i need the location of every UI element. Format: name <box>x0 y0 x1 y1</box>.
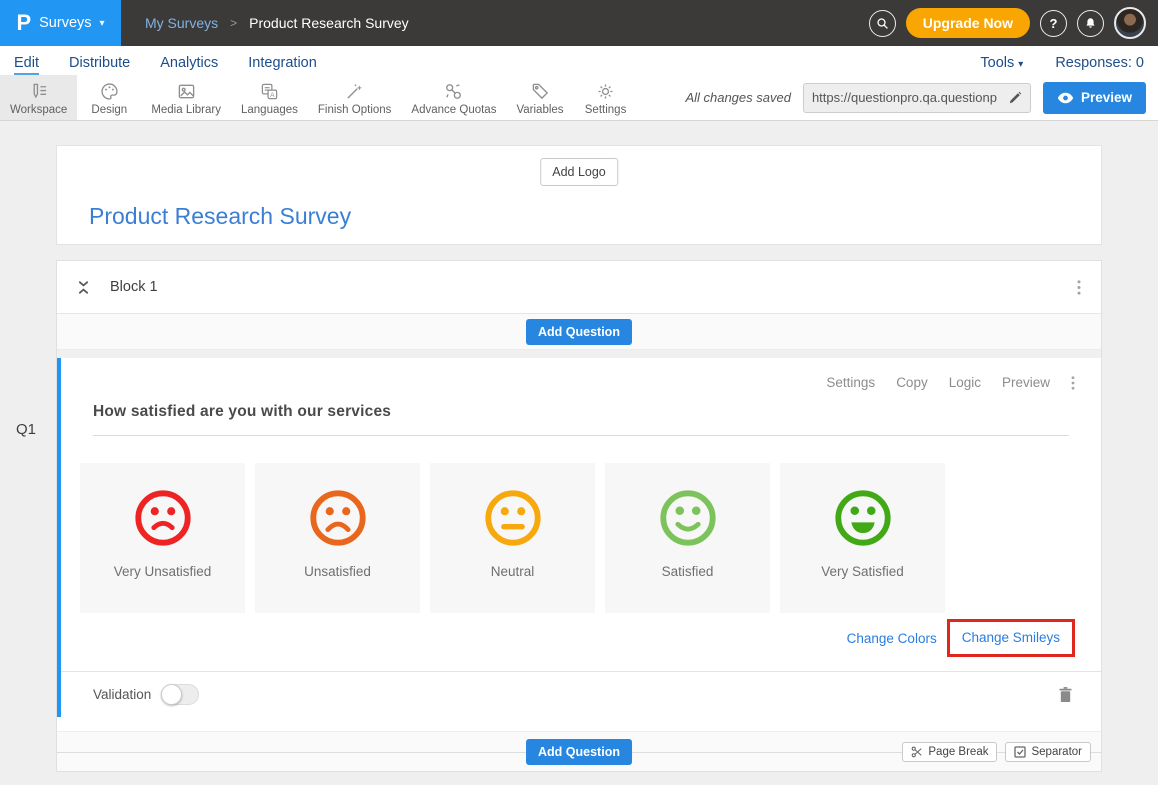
toolbar-languages[interactable]: A Languages <box>231 75 308 120</box>
product-switcher[interactable]: P Surveys ▾ <box>0 0 121 46</box>
pencil-icon[interactable] <box>1008 91 1022 105</box>
toolbar-design[interactable]: Design <box>77 75 141 120</box>
delete-question-icon[interactable] <box>1058 686 1073 703</box>
tab-distribute[interactable]: Distribute <box>69 55 130 75</box>
question-number-label: Q1 <box>16 421 36 438</box>
questionpro-logo: P <box>16 10 31 36</box>
question-copy-link[interactable]: Copy <box>896 375 928 390</box>
add-question-button-bottom[interactable]: Add Question <box>526 739 632 765</box>
add-question-button-top[interactable]: Add Question <box>526 319 632 345</box>
option-very-unsatisfied[interactable]: Very Unsatisfied <box>80 463 245 613</box>
question-actions: Settings Copy Logic Preview <box>61 358 1101 390</box>
question-preview-link[interactable]: Preview <box>1002 375 1050 390</box>
change-colors-link[interactable]: Change Colors <box>847 631 937 646</box>
question-divider <box>93 435 1069 436</box>
smiley-options-row: Very Unsatisfied Unsatisfied Neutral Sat… <box>80 463 1101 613</box>
search-icon <box>876 17 889 30</box>
annotation-highlight-box: Change Smileys <box>947 619 1075 657</box>
toolbar-settings[interactable]: Settings <box>574 75 638 120</box>
translate-icon: A <box>260 82 279 101</box>
breadcrumb: My Surveys > Product Research Survey <box>145 15 409 31</box>
user-avatar[interactable] <box>1114 7 1146 39</box>
scissors-icon <box>911 746 923 758</box>
checkbox-checked-icon <box>1014 746 1026 758</box>
breadcrumb-current-survey: Product Research Survey <box>249 15 409 31</box>
breadcrumb-separator-icon: > <box>230 16 237 30</box>
image-icon <box>177 82 196 101</box>
smiley-icon-0 <box>132 487 194 549</box>
survey-header-card: Add Logo Product Research Survey <box>56 145 1102 245</box>
preview-button[interactable]: Preview <box>1043 82 1146 114</box>
question-menu-icon[interactable] <box>1071 376 1075 390</box>
toolbar-media-library[interactable]: Media Library <box>141 75 231 120</box>
block-menu-icon[interactable] <box>1077 280 1081 295</box>
separator-button[interactable]: Separator <box>1005 742 1091 762</box>
change-smileys-link[interactable]: Change Smileys <box>962 630 1060 645</box>
workspace-icon <box>29 82 48 101</box>
question-settings-link[interactable]: Settings <box>826 375 875 390</box>
smiley-icon-4 <box>832 487 894 549</box>
chevron-down-icon: ▾ <box>100 18 105 29</box>
question-logic-link[interactable]: Logic <box>949 375 981 390</box>
survey-url-input[interactable] <box>812 90 1008 105</box>
tools-menu[interactable]: Tools ▾ <box>980 55 1023 75</box>
block-card: Block 1 Add Question Settings Copy Logic… <box>56 260 1102 772</box>
workspace-canvas: Q1 Add Logo Product Research Survey Bloc… <box>0 121 1158 785</box>
option-very-satisfied[interactable]: Very Satisfied <box>780 463 945 613</box>
block-spacer <box>57 350 1101 358</box>
validation-toggle[interactable] <box>161 684 199 705</box>
option-unsatisfied[interactable]: Unsatisfied <box>255 463 420 613</box>
add-question-strip-bottom: Add Question Page Break Separator <box>57 731 1101 771</box>
eye-icon <box>1057 92 1074 104</box>
smiley-settings-row: Change Colors Change Smileys <box>61 619 1075 657</box>
toolbar-variables[interactable]: Variables <box>506 75 573 120</box>
question-card: Settings Copy Logic Preview How satisfie… <box>57 358 1101 717</box>
breadcrumb-my-surveys[interactable]: My Surveys <box>145 15 218 31</box>
toolbar-finish-options[interactable]: Finish Options <box>308 75 402 120</box>
smiley-icon-1 <box>307 487 369 549</box>
tag-icon <box>531 82 550 101</box>
page-break-button[interactable]: Page Break <box>902 742 997 762</box>
tab-analytics[interactable]: Analytics <box>160 55 218 75</box>
chevron-down-icon: ▾ <box>1018 59 1023 70</box>
validation-label: Validation <box>93 687 151 702</box>
toolbar-workspace[interactable]: Workspace <box>0 75 77 120</box>
toggle-knob <box>161 684 182 705</box>
smiley-icon-2 <box>482 487 544 549</box>
palette-icon <box>100 82 119 101</box>
block-title[interactable]: Block 1 <box>110 279 158 295</box>
help-button[interactable]: ? <box>1040 10 1067 37</box>
bell-icon <box>1084 17 1097 30</box>
option-satisfied[interactable]: Satisfied <box>605 463 770 613</box>
nav-row: Edit Distribute Analytics Integration To… <box>0 46 1158 75</box>
tab-edit[interactable]: Edit <box>14 55 39 75</box>
block-header: Block 1 <box>57 261 1101 314</box>
question-text[interactable]: How satisfied are you with our services <box>93 403 1069 421</box>
product-menu-label: Surveys <box>39 15 91 31</box>
collapse-block-icon[interactable] <box>77 279 90 296</box>
add-logo-button[interactable]: Add Logo <box>540 158 618 186</box>
save-status: All changes saved <box>685 90 791 105</box>
gear-icon <box>596 82 615 101</box>
search-button[interactable] <box>869 10 896 37</box>
toolbar-advance-quotas[interactable]: Advance Quotas <box>401 75 506 120</box>
option-neutral[interactable]: Neutral <box>430 463 595 613</box>
notifications-button[interactable] <box>1077 10 1104 37</box>
validation-row: Validation <box>61 671 1101 717</box>
tab-integration[interactable]: Integration <box>248 55 317 75</box>
upgrade-now-button[interactable]: Upgrade Now <box>906 8 1030 38</box>
svg-text:A: A <box>270 91 275 98</box>
add-question-strip-top: Add Question <box>57 314 1101 350</box>
survey-url-box <box>803 83 1031 113</box>
magic-wand-icon <box>345 82 364 101</box>
editor-toolbar: Workspace Design Media Library A Languag… <box>0 75 1158 121</box>
chain-links-icon <box>444 82 463 101</box>
responses-count[interactable]: Responses: 0 <box>1055 55 1144 75</box>
top-bar: P Surveys ▾ My Surveys > Product Researc… <box>0 0 1158 46</box>
smiley-icon-3 <box>657 487 719 549</box>
question-mark-icon: ? <box>1050 16 1058 31</box>
